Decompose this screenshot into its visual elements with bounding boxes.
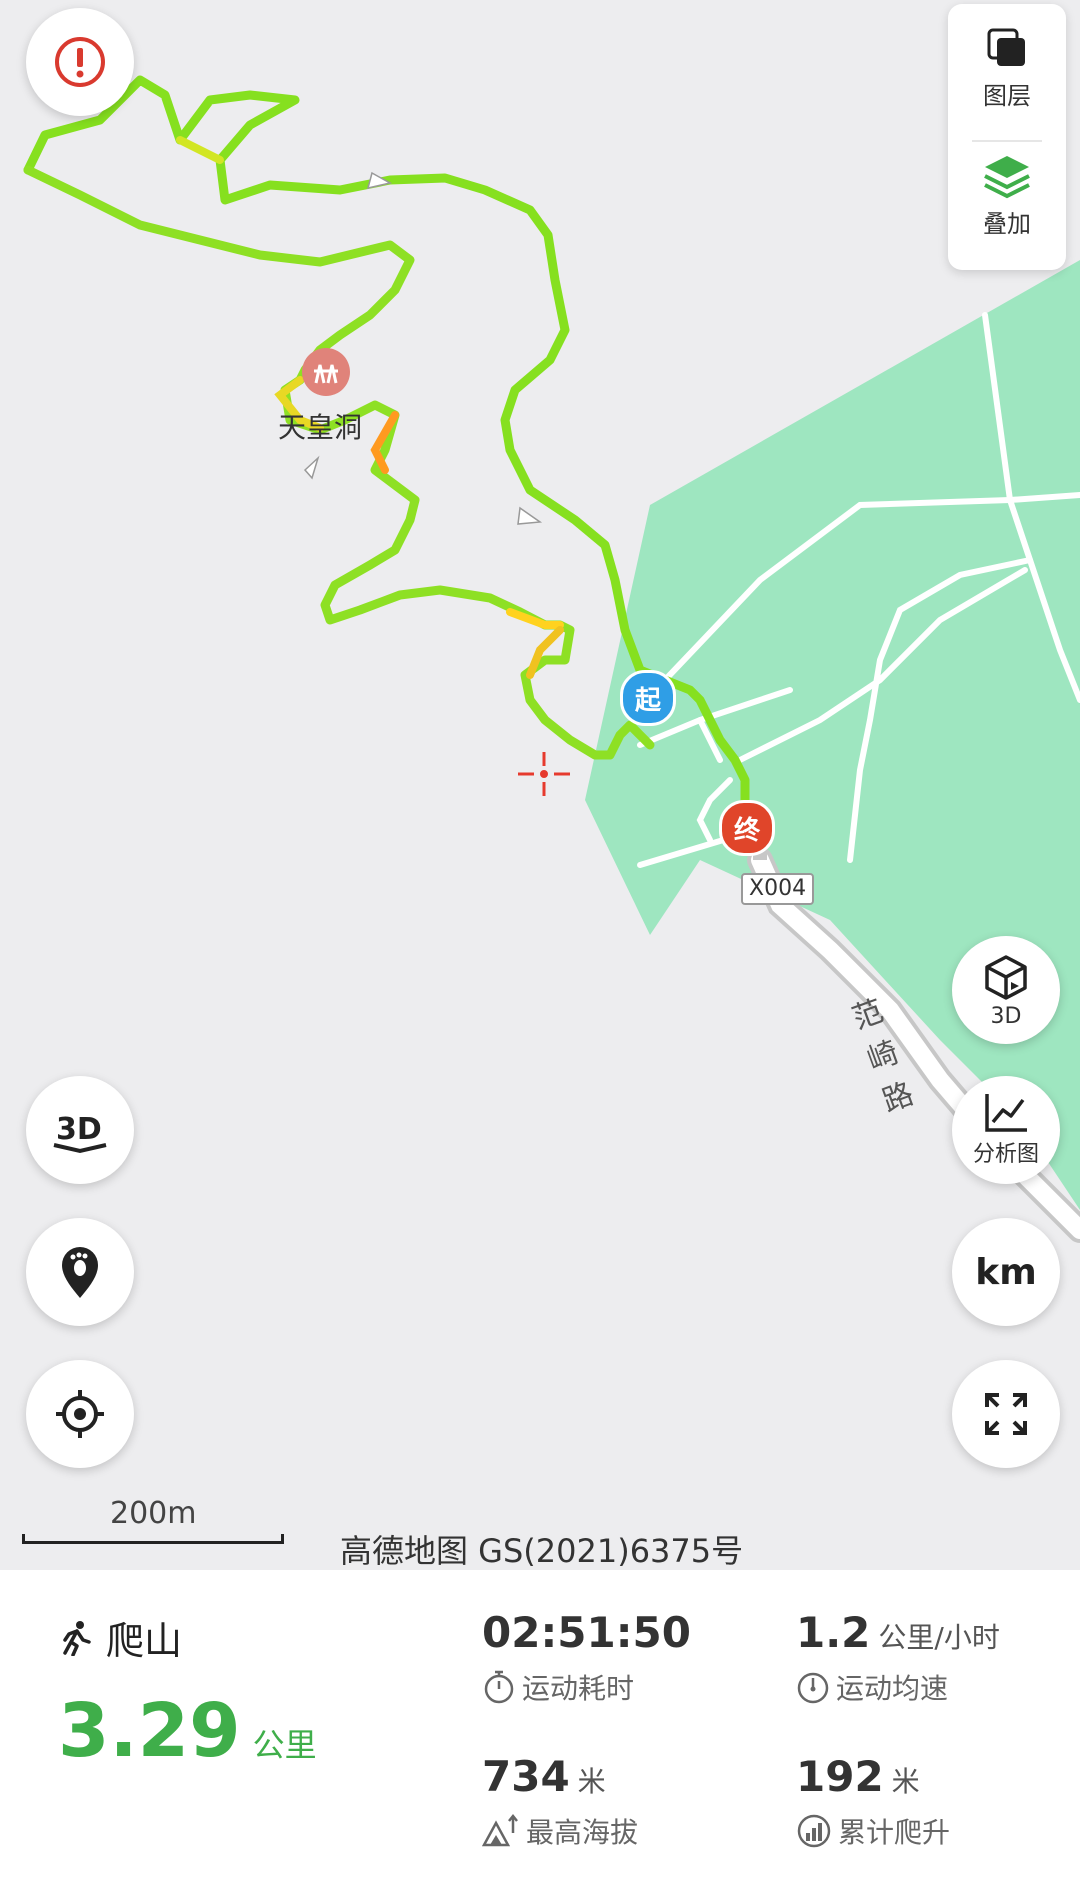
fullscreen-button[interactable] — [952, 1360, 1060, 1468]
cube-icon — [985, 954, 1027, 1000]
avg-speed-unit: 公里/小时 — [878, 1621, 1000, 1654]
locate-icon — [56, 1390, 104, 1438]
unit-label: km — [975, 1251, 1037, 1293]
locate-button[interactable] — [26, 1360, 134, 1468]
analysis-label: 分析图 — [972, 1142, 1039, 1167]
hiking-icon — [63, 1620, 91, 1656]
max-altitude-value: 734 — [482, 1752, 570, 1801]
alert-icon — [55, 37, 105, 87]
scale-bar — [22, 1534, 284, 1544]
svg-text:3D: 3D — [56, 1112, 102, 1147]
summary-panel: 爬山 3.29 公里 02:51:50 运动耗时 1.2公里/小时 运动均速 — [0, 1570, 1080, 1885]
avg-speed-value: 1.2 — [796, 1608, 871, 1657]
poi-marker[interactable] — [302, 348, 350, 396]
expand-icon — [985, 1393, 1027, 1435]
unit-button[interactable]: km — [952, 1218, 1060, 1326]
layers-label: 图层 — [983, 82, 1031, 110]
layer-panel: 图层 叠加 — [948, 4, 1066, 270]
speed-gauge-icon — [797, 1672, 829, 1704]
avg-speed-stat: 1.2 公里/小时 运动均速 — [796, 1608, 1000, 1707]
max-altitude-label: 最高海拔 — [526, 1816, 639, 1849]
total-climb-stat: 192 米 累计爬升 — [796, 1752, 950, 1851]
view-3d-button[interactable]: 3D — [952, 936, 1060, 1044]
distance: 3.29 公里 — [58, 1688, 317, 1774]
layers-icon — [987, 28, 1025, 66]
start-marker[interactable]: 起 — [620, 670, 676, 726]
distance-unit: 公里 — [252, 1726, 317, 1764]
max-altitude-unit: 米 — [577, 1765, 606, 1798]
avg-speed-label: 运动均速 — [836, 1672, 949, 1705]
direction-arrow — [303, 455, 320, 480]
3d-terrain-icon: 3D — [53, 1112, 107, 1154]
footprint-button[interactable] — [26, 1218, 134, 1326]
overlay-button[interactable]: 叠加 — [948, 152, 1066, 239]
end-marker[interactable]: 终 — [719, 800, 775, 856]
distance-value: 3.29 — [58, 1688, 241, 1774]
stopwatch-icon — [484, 1670, 514, 1704]
direction-arrow — [366, 171, 393, 190]
poi-label: 天皇洞 — [278, 411, 363, 444]
overlay-label: 叠加 — [983, 210, 1031, 238]
total-climb-unit: 米 — [891, 1765, 920, 1798]
climb-icon — [797, 1814, 831, 1848]
duration-value: 02:51:50 — [482, 1608, 691, 1657]
map-view[interactable]: 天皇洞 起 终 X004 范崎路 图层 叠加 3D 分析图 km 3D 200m… — [0, 0, 1080, 1570]
start-marker-label: 起 — [634, 685, 661, 716]
end-marker-label: 终 — [733, 815, 760, 846]
total-climb-value: 192 — [796, 1752, 884, 1801]
map-copyright: 高德地图 GS(2021)6375号 — [340, 1532, 744, 1570]
terrain-3d-button[interactable]: 3D — [26, 1076, 134, 1184]
map-canvas — [23, 75, 1080, 1243]
line-chart-icon — [985, 1094, 1027, 1132]
sport-type: 爬山 — [60, 1610, 182, 1665]
road-badge: X004 — [741, 873, 815, 905]
footprint-pin-icon — [62, 1247, 98, 1298]
layer-divider — [972, 140, 1042, 142]
max-altitude-stat: 734 米 最高海拔 — [482, 1752, 638, 1851]
stack-icon — [984, 156, 1030, 199]
layers-button[interactable]: 图层 — [948, 24, 1066, 111]
crosshair-icon — [518, 752, 570, 796]
direction-arrow — [517, 506, 543, 525]
duration-label: 运动耗时 — [522, 1672, 635, 1705]
duration-stat: 02:51:50 运动耗时 — [482, 1608, 691, 1707]
scale-label: 200m — [110, 1496, 197, 1531]
analysis-button[interactable]: 分析图 — [952, 1076, 1060, 1184]
total-climb-label: 累计爬升 — [838, 1816, 951, 1849]
alert-button[interactable] — [26, 8, 134, 116]
view-3d-label: 3D — [990, 1003, 1022, 1029]
route-track-lower — [23, 165, 415, 385]
landmark-icon — [314, 364, 338, 384]
mountain-arrow-icon — [482, 1813, 518, 1847]
sport-type-label: 爬山 — [106, 1619, 183, 1663]
